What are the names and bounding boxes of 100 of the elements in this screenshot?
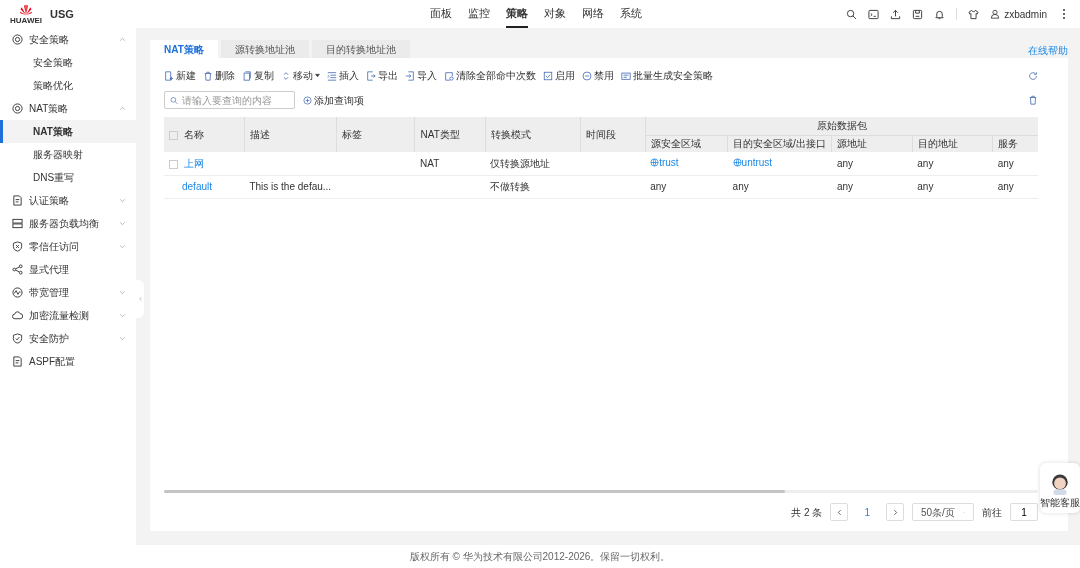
user-icon[interactable]: [990, 9, 1001, 19]
copyright-text: 版权所有 © 华为技术有限公司2012-2026。保留一切权利。: [409, 550, 671, 564]
plus-circle-icon: [303, 95, 312, 105]
page-input[interactable]: 1: [1010, 503, 1038, 521]
toolbar-button[interactable]: 复制: [242, 68, 274, 83]
export-icon: [366, 70, 376, 81]
shield-check-icon: [12, 333, 23, 344]
globe-icon: [650, 158, 660, 168]
search-field[interactable]: 请输入要查询的内容: [164, 91, 295, 109]
cloud-icon: [12, 310, 23, 321]
globe-icon: [732, 158, 742, 168]
toolbar-button[interactable]: 插入: [327, 68, 359, 83]
sidebar-item[interactable]: ASPF配置: [0, 350, 136, 373]
toolbar-button[interactable]: 禁用: [582, 68, 614, 83]
document-icon: [12, 356, 23, 367]
save-icon[interactable]: [912, 8, 924, 20]
upload-icon[interactable]: [890, 8, 902, 20]
scrollbar[interactable]: [164, 490, 1038, 493]
sidebar-item[interactable]: 零信任访问: [0, 235, 136, 258]
toolbar-button[interactable]: 移动: [281, 68, 320, 83]
column-header: 描述: [249, 129, 270, 140]
zone-link[interactable]: trust: [650, 155, 679, 171]
table-cell: NAT: [420, 157, 440, 169]
table-cell: 不做转换: [490, 181, 531, 192]
total-count: 共 2 条: [791, 505, 823, 520]
toolbar-button[interactable]: 导入: [405, 68, 437, 83]
list-icon: [327, 70, 337, 81]
toolbar-button[interactable]: 导出: [366, 68, 398, 83]
column-header: 目的地址: [917, 138, 958, 150]
policy-link[interactable]: default: [182, 181, 213, 192]
toolbar-button[interactable]: 清除全部命中次数: [444, 68, 536, 83]
circle-icon: [12, 103, 23, 114]
nav-tab[interactable]: 面板: [430, 0, 452, 28]
column-header: 名称: [184, 129, 204, 140]
tab[interactable]: 源转换地址池: [220, 40, 309, 58]
zone-link[interactable]: untrust: [732, 155, 773, 171]
search-icon[interactable]: [846, 8, 858, 20]
nav-tab[interactable]: 监控: [468, 0, 490, 28]
table-cell: any: [917, 157, 934, 169]
clear-icon: [444, 70, 454, 81]
sidebar-subitem[interactable]: DNS重写: [0, 166, 136, 189]
column-header: 源安全区域: [650, 138, 701, 150]
table-cell: any: [836, 157, 853, 169]
table-cell: any: [997, 157, 1014, 169]
sidebar-item[interactable]: 加密流量检测: [0, 304, 136, 327]
toolbar-button[interactable]: 删除: [203, 68, 235, 83]
collapse-handle[interactable]: [136, 280, 144, 318]
goto-label: 前往: [982, 505, 1002, 520]
toolbar-button[interactable]: 新建: [164, 68, 196, 83]
tab[interactable]: 目的转换地址池: [311, 40, 410, 58]
chevron-left-icon: [835, 508, 843, 516]
sidebar-subitem[interactable]: 策略优化: [0, 74, 136, 97]
sidebar-item[interactable]: 显式代理: [0, 258, 136, 281]
table-cell: any: [997, 181, 1014, 192]
add-query-button[interactable]: 添加查询项: [303, 92, 364, 108]
chevron-right-icon: [891, 508, 899, 516]
username[interactable]: zxbadmin: [1004, 6, 1047, 22]
sidebar-subitem[interactable]: 服务器映射: [0, 143, 136, 166]
shirt-icon[interactable]: [968, 8, 980, 20]
column-header: NAT类型: [420, 129, 460, 140]
minus-circle-icon: [582, 70, 592, 81]
sidebar-item[interactable]: 安全策略: [0, 28, 136, 51]
nav-tab[interactable]: 对象: [544, 0, 566, 28]
checkbox[interactable]: [169, 130, 178, 140]
table-cell: any: [732, 181, 749, 192]
table-cell: 仅转换源地址: [490, 157, 551, 169]
sidebar-subitem[interactable]: 安全策略: [0, 51, 136, 74]
sidebar-item[interactable]: 带宽管理: [0, 281, 136, 304]
batch-icon: [621, 70, 631, 81]
logo-caption: HUAWEI: [10, 16, 42, 25]
policy-link[interactable]: 上网: [184, 157, 204, 169]
gauge-icon: [12, 287, 23, 298]
checkbox-icon: [543, 70, 553, 81]
sidebar-item[interactable]: 认证策略: [0, 189, 136, 212]
sidebar-subitem[interactable]: NAT策略: [0, 120, 136, 143]
nav-tab[interactable]: 网络: [582, 0, 604, 28]
up-down-icon: [281, 70, 291, 81]
trash-icon: [203, 70, 213, 81]
product-name: USG: [50, 6, 74, 22]
tab[interactable]: NAT策略: [150, 40, 218, 58]
help-link[interactable]: 在线帮助: [1028, 43, 1068, 58]
page-size-select[interactable]: 50条/页: [912, 503, 974, 521]
table-cell: This is the defau...: [249, 181, 332, 192]
document-icon: [12, 195, 23, 206]
toolbar-button[interactable]: 启用: [543, 68, 575, 83]
table-cell: any: [650, 181, 667, 192]
column-header: 目的安全区域/出接口: [733, 138, 826, 150]
sidebar-item[interactable]: 安全防护: [0, 327, 136, 350]
column-header: 转换模式: [490, 129, 531, 140]
toolbar-button[interactable]: 批量生成安全策略: [621, 68, 713, 83]
checkbox[interactable]: [169, 159, 178, 169]
nav-tab[interactable]: 系统: [620, 0, 642, 28]
table-cell: any: [917, 181, 934, 192]
bell-icon[interactable]: [934, 8, 946, 20]
terminal-icon[interactable]: [868, 8, 880, 20]
sidebar-item[interactable]: NAT策略: [0, 97, 136, 120]
trash-icon[interactable]: [1028, 95, 1038, 105]
sidebar-item[interactable]: 服务器负载均衡: [0, 212, 136, 235]
circle-icon: [12, 34, 23, 45]
page-number[interactable]: 1: [856, 504, 878, 520]
